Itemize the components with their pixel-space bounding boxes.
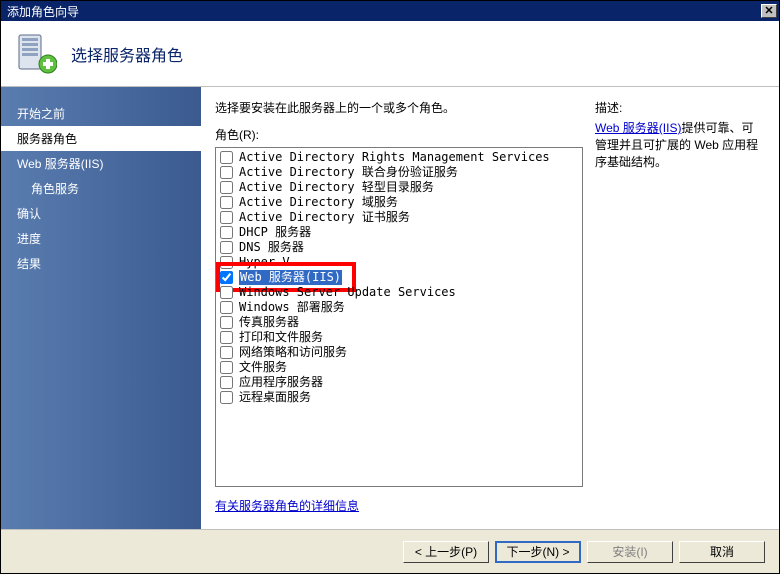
role-row[interactable]: Active Directory 证书服务	[220, 210, 578, 225]
footer: < 上一步(P) 下一步(N) > 安装(I) 取消	[1, 529, 779, 573]
description-link[interactable]: Web 服务器(IIS)	[595, 121, 681, 135]
sidebar-item-0[interactable]: 开始之前	[1, 101, 201, 126]
role-row[interactable]: Web 服务器(IIS)	[220, 270, 578, 285]
cancel-button[interactable]: 取消	[679, 541, 765, 563]
center-pane: 选择要安装在此服务器上的一个或多个角色。 角色(R): Active Direc…	[215, 99, 583, 521]
roles-label: 角色(R):	[215, 126, 583, 143]
role-row[interactable]: Active Directory 域服务	[220, 195, 578, 210]
header: 选择服务器角色	[1, 21, 779, 87]
role-label: 远程桌面服务	[239, 390, 311, 405]
role-label: Active Directory 联合身份验证服务	[239, 165, 458, 180]
sidebar-item-1[interactable]: 服务器角色	[1, 126, 201, 151]
role-checkbox[interactable]	[220, 361, 233, 374]
body: 开始之前服务器角色Web 服务器(IIS)角色服务确认进度结果 选择要安装在此服…	[1, 87, 779, 529]
role-checkbox[interactable]	[220, 271, 233, 284]
role-label: 网络策略和访问服务	[239, 345, 347, 360]
role-row[interactable]: 传真服务器	[220, 315, 578, 330]
role-row[interactable]: Active Directory 联合身份验证服务	[220, 165, 578, 180]
role-checkbox[interactable]	[220, 181, 233, 194]
role-label: Windows Server Update Services	[239, 285, 456, 300]
role-label: Active Directory 域服务	[239, 195, 398, 210]
role-label: DNS 服务器	[239, 240, 304, 255]
role-row[interactable]: DNS 服务器	[220, 240, 578, 255]
close-button[interactable]: ✕	[761, 4, 777, 18]
role-label: Active Directory Rights Management Servi…	[239, 150, 550, 165]
description-pane: 描述: Web 服务器(IIS)提供可靠、可管理并且可扩展的 Web 应用程序基…	[595, 99, 765, 521]
role-checkbox[interactable]	[220, 391, 233, 404]
instruction-text: 选择要安装在此服务器上的一个或多个角色。	[215, 99, 583, 116]
role-checkbox[interactable]	[220, 151, 233, 164]
page-title: 选择服务器角色	[71, 42, 183, 66]
role-label: Web 服务器(IIS)	[239, 270, 342, 285]
role-label: 传真服务器	[239, 315, 299, 330]
description-body: Web 服务器(IIS)提供可靠、可管理并且可扩展的 Web 应用程序基础结构。	[595, 120, 765, 170]
prev-button[interactable]: < 上一步(P)	[403, 541, 489, 563]
window-title: 添加角色向导	[7, 3, 79, 20]
role-label: Hyper-V	[239, 255, 290, 270]
titlebar: 添加角色向导 ✕	[1, 1, 779, 21]
sidebar-item-4[interactable]: 确认	[1, 201, 201, 226]
role-label: Active Directory 证书服务	[239, 210, 410, 225]
role-row[interactable]: Windows Server Update Services	[220, 285, 578, 300]
roles-listbox[interactable]: Active Directory Rights Management Servi…	[215, 147, 583, 487]
role-label: DHCP 服务器	[239, 225, 311, 240]
next-button[interactable]: 下一步(N) >	[495, 541, 581, 563]
wizard-window: 添加角色向导 ✕ 选择服务器角色 开始之前服务器角色Web 服务器(IIS)角色…	[0, 0, 780, 574]
role-checkbox[interactable]	[220, 226, 233, 239]
description-label: 描述:	[595, 99, 765, 116]
role-checkbox[interactable]	[220, 256, 233, 269]
more-info-link[interactable]: 有关服务器角色的详细信息	[215, 497, 583, 514]
role-checkbox[interactable]	[220, 286, 233, 299]
role-label: 应用程序服务器	[239, 375, 323, 390]
role-checkbox[interactable]	[220, 346, 233, 359]
role-checkbox[interactable]	[220, 196, 233, 209]
role-row[interactable]: 远程桌面服务	[220, 390, 578, 405]
role-checkbox[interactable]	[220, 301, 233, 314]
role-label: 打印和文件服务	[239, 330, 323, 345]
server-role-icon	[15, 33, 57, 75]
role-row[interactable]: Windows 部署服务	[220, 300, 578, 315]
role-label: Active Directory 轻型目录服务	[239, 180, 434, 195]
sidebar-item-3[interactable]: 角色服务	[1, 176, 201, 201]
role-checkbox[interactable]	[220, 241, 233, 254]
role-row[interactable]: Hyper-V	[220, 255, 578, 270]
role-row[interactable]: Active Directory Rights Management Servi…	[220, 150, 578, 165]
role-checkbox[interactable]	[220, 316, 233, 329]
role-label: 文件服务	[239, 360, 287, 375]
sidebar-item-5[interactable]: 进度	[1, 226, 201, 251]
role-label: Windows 部署服务	[239, 300, 345, 315]
sidebar: 开始之前服务器角色Web 服务器(IIS)角色服务确认进度结果	[1, 87, 201, 529]
role-checkbox[interactable]	[220, 211, 233, 224]
role-row[interactable]: 文件服务	[220, 360, 578, 375]
role-row[interactable]: 应用程序服务器	[220, 375, 578, 390]
role-row[interactable]: 打印和文件服务	[220, 330, 578, 345]
role-row[interactable]: DHCP 服务器	[220, 225, 578, 240]
sidebar-item-6[interactable]: 结果	[1, 251, 201, 276]
role-row[interactable]: 网络策略和访问服务	[220, 345, 578, 360]
main-pane: 选择要安装在此服务器上的一个或多个角色。 角色(R): Active Direc…	[201, 87, 779, 529]
sidebar-item-2[interactable]: Web 服务器(IIS)	[1, 151, 201, 176]
role-checkbox[interactable]	[220, 331, 233, 344]
role-row[interactable]: Active Directory 轻型目录服务	[220, 180, 578, 195]
role-checkbox[interactable]	[220, 166, 233, 179]
install-button: 安装(I)	[587, 541, 673, 563]
role-checkbox[interactable]	[220, 376, 233, 389]
